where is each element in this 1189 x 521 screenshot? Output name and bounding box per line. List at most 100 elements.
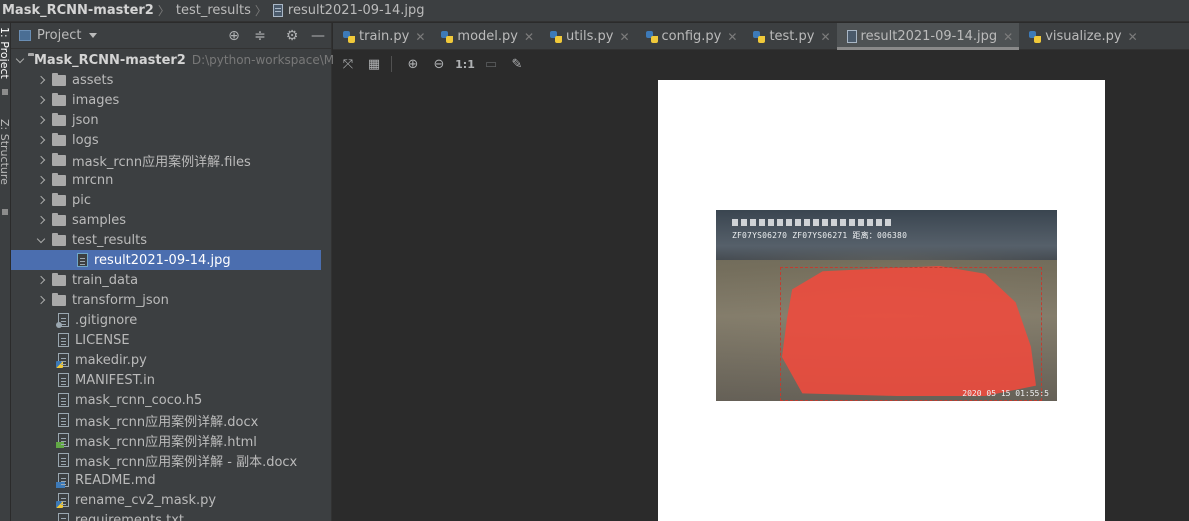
close-icon[interactable]: ✕ — [524, 30, 534, 44]
tree-item-label: rename_cv2_mask.py — [75, 492, 217, 508]
tree-item-label: mask_rcnn_coco.h5 — [75, 392, 203, 408]
zoom-out-icon[interactable]: ⊖ — [428, 53, 450, 75]
chevron-right-icon[interactable] — [35, 74, 47, 86]
html-file-icon — [56, 433, 69, 448]
tree-file-readme[interactable]: README.md — [11, 470, 321, 490]
image-file-icon — [77, 253, 88, 267]
chevron-right-icon[interactable] — [35, 174, 47, 186]
close-icon[interactable]: ✕ — [619, 30, 629, 44]
tree-file-docx[interactable]: mask_rcnn应用案例详解.docx — [11, 410, 321, 430]
locate-file-icon[interactable]: ⊕ — [226, 28, 242, 44]
project-panel-title[interactable]: Project — [37, 28, 81, 43]
project-panel-header: Project ⊕ ≑ ⚙ — — [11, 23, 331, 49]
tree-folder-test-results[interactable]: test_results — [11, 230, 321, 250]
chevron-right-icon[interactable] — [35, 194, 47, 206]
tree-file-h5[interactable]: mask_rcnn_coco.h5 — [11, 390, 321, 410]
folder-icon — [52, 232, 66, 246]
tree-folder-transform-json[interactable]: transform_json — [11, 290, 321, 310]
breadcrumb-project[interactable]: Mask_RCNN-master2 — [2, 3, 154, 18]
tree-item-label: logs — [72, 132, 99, 148]
tree-file-manifest[interactable]: MANIFEST.in — [11, 370, 321, 390]
tree-item-label: samples — [72, 212, 127, 228]
tree-file-docx-copy[interactable]: mask_rcnn应用案例详解 - 副本.docx — [11, 450, 321, 470]
chevron-right-icon[interactable] — [35, 274, 47, 286]
gear-icon[interactable]: ⚙ — [284, 28, 300, 44]
tree-folder-files[interactable]: mask_rcnn应用案例详解.files — [11, 150, 321, 170]
text-file-icon — [58, 333, 69, 347]
chessboard-icon[interactable]: ▭ — [480, 53, 502, 75]
folder-icon — [52, 292, 66, 306]
folder-icon — [52, 112, 66, 126]
breadcrumb-file[interactable]: result2021-09-14.jpg — [288, 3, 425, 18]
tree-folder-pic[interactable]: pic — [11, 190, 321, 210]
chevron-right-icon[interactable] — [35, 294, 47, 306]
tool-tab-structure[interactable]: Z: Structure — [0, 119, 10, 209]
project-tree: Mask_RCNN-master2 D:\python-workspace\Ma… — [11, 50, 341, 521]
actual-size-button[interactable]: 1:1 — [454, 53, 476, 75]
tool-tab-project[interactable]: 1: Project — [0, 27, 10, 117]
tree-file-gitignore[interactable]: .gitignore — [11, 310, 321, 330]
chevron-right-icon[interactable] — [35, 134, 47, 146]
zoom-in-icon[interactable]: ⊕ — [402, 53, 424, 75]
tree-folder-logs[interactable]: logs — [11, 130, 321, 150]
chevron-right-icon[interactable] — [35, 214, 47, 226]
tab-utils-py[interactable]: utils.py ✕ — [540, 23, 635, 50]
tree-item-label: MANIFEST.in — [75, 372, 155, 388]
tree-file-result-jpg[interactable]: result2021-09-14.jpg — [11, 250, 321, 270]
toolbar-separator — [391, 56, 392, 72]
tab-label: test.py — [769, 29, 815, 44]
tree-folder-train-data[interactable]: train_data — [11, 270, 321, 290]
chevron-down-icon[interactable] — [17, 54, 23, 66]
minimize-icon[interactable]: — — [310, 28, 326, 44]
tab-result-jpg[interactable]: result2021-09-14.jpg ✕ — [836, 23, 1020, 50]
tree-folder-mrcnn[interactable]: mrcnn — [11, 170, 321, 190]
chevron-right-icon[interactable] — [35, 154, 47, 166]
folder-icon — [52, 212, 66, 226]
tab-train-py[interactable]: train.py ✕ — [333, 23, 431, 50]
tree-folder-json[interactable]: json — [11, 110, 321, 130]
fit-to-window-icon[interactable]: ⤧ — [337, 53, 359, 75]
tree-item-label: result2021-09-14.jpg — [94, 252, 231, 268]
tree-file-rename[interactable]: rename_cv2_mask.py — [11, 490, 321, 510]
tree-folder-images[interactable]: images — [11, 90, 321, 110]
close-icon[interactable]: ✕ — [1003, 30, 1013, 44]
tab-model-py[interactable]: model.py ✕ — [431, 23, 540, 50]
editor-area: train.py ✕ model.py ✕ utils.py ✕ config.… — [333, 23, 1189, 521]
color-picker-icon[interactable]: ✎ — [506, 53, 528, 75]
chevron-down-icon[interactable] — [89, 33, 98, 38]
chevron-down-icon[interactable] — [35, 234, 47, 246]
tree-file-requirements[interactable]: requirements.txt — [11, 510, 321, 521]
tab-label: result2021-09-14.jpg — [860, 29, 998, 44]
tab-test-py[interactable]: test.py ✕ — [743, 23, 836, 50]
tree-item-label: images — [72, 92, 120, 108]
collapse-all-icon[interactable]: ≑ — [252, 28, 268, 44]
tree-file-makedir[interactable]: makedir.py — [11, 350, 321, 370]
tree-file-license[interactable]: LICENSE — [11, 330, 321, 350]
project-panel: Project ⊕ ≑ ⚙ — Mask_RCNN-master2 D:\pyt… — [11, 23, 341, 521]
grid-icon[interactable]: ▦ — [363, 53, 385, 75]
tool-tab-marker — [2, 89, 8, 95]
tree-folder-samples[interactable]: samples — [11, 210, 321, 230]
close-icon[interactable]: ✕ — [820, 30, 830, 44]
tree-item-label: transform_json — [72, 292, 169, 308]
project-view-icon — [19, 30, 31, 41]
tab-config-py[interactable]: config.py ✕ — [636, 23, 744, 50]
tab-label: train.py — [359, 29, 410, 44]
close-icon[interactable]: ✕ — [727, 30, 737, 44]
close-icon[interactable]: ✕ — [415, 30, 425, 44]
document-file-icon — [58, 413, 69, 427]
close-icon[interactable]: ✕ — [1128, 30, 1138, 44]
tree-item-label: mask_rcnn应用案例详解.docx — [75, 414, 259, 430]
folder-icon — [52, 152, 66, 166]
chevron-right-icon[interactable] — [35, 94, 47, 106]
tree-file-html[interactable]: mask_rcnn应用案例详解.html — [11, 430, 321, 450]
chevron-right-icon[interactable] — [35, 114, 47, 126]
text-file-icon — [58, 513, 69, 521]
tree-item-label: test_results — [72, 232, 148, 248]
tree-root[interactable]: Mask_RCNN-master2 D:\python-workspace\Ma — [11, 50, 341, 70]
root-label: Mask_RCNN-master2 — [34, 52, 186, 68]
tab-visualize-py[interactable]: visualize.py ✕ — [1019, 23, 1143, 50]
breadcrumb-folder[interactable]: test_results — [176, 3, 251, 18]
tree-item-label: assets — [72, 72, 114, 88]
tree-folder-assets[interactable]: assets — [11, 70, 321, 90]
